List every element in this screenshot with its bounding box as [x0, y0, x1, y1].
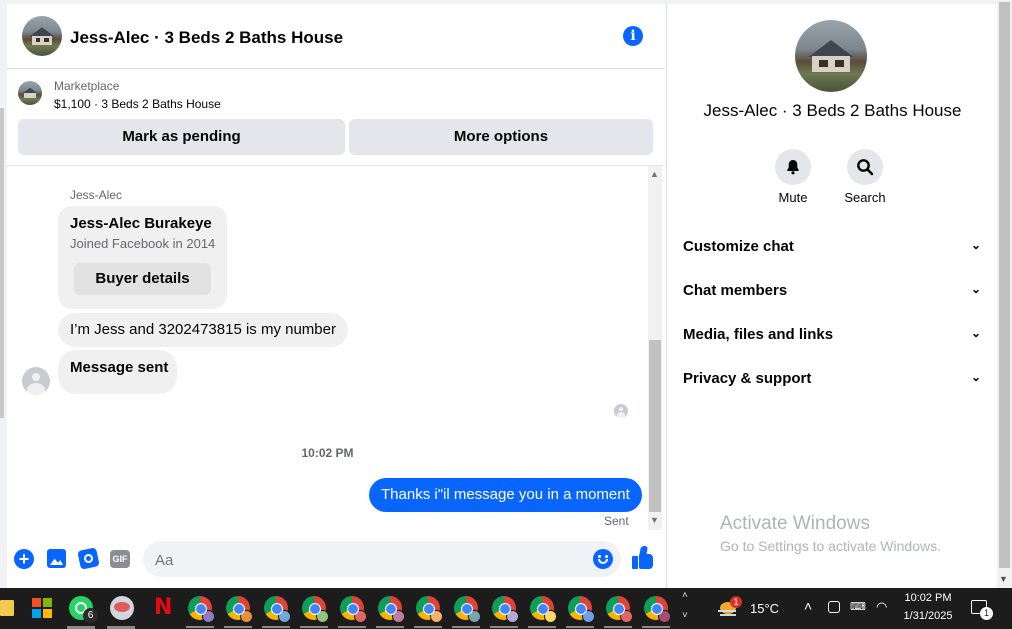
outgoing-message[interactable]: Thanks i"il message you in a moment	[369, 478, 642, 512]
chevron-down-icon: ⌄	[970, 282, 981, 296]
page-scroll-thumb[interactable]	[999, 2, 1010, 568]
clock-date[interactable]: 1/31/2025	[898, 610, 958, 622]
mute-button[interactable]	[775, 149, 811, 185]
section-label: Media, files and links	[683, 326, 834, 343]
message-input[interactable]	[143, 541, 621, 577]
language-icon[interactable]: ⌨	[850, 600, 866, 613]
chrome-icon[interactable]	[378, 596, 405, 623]
scroll-up-icon[interactable]: ▲	[650, 169, 659, 179]
left-scrollbar[interactable]	[0, 108, 4, 418]
whatsapp-badge: 6	[83, 608, 98, 623]
chrome-icon[interactable]	[188, 596, 215, 623]
netflix-icon[interactable]: N	[154, 596, 172, 620]
chrome-icon[interactable]	[568, 596, 595, 623]
sent-status: Sent	[604, 514, 629, 528]
chevron-down-icon: ⌄	[970, 326, 981, 340]
like-icon[interactable]	[632, 546, 654, 570]
chrome-icon[interactable]	[644, 596, 671, 623]
seen-avatar	[614, 404, 628, 418]
profile-name[interactable]: Jess-Alec Burakeye	[70, 215, 212, 232]
wifi-icon[interactable]: ◠	[876, 599, 887, 615]
chat-title[interactable]: Jess-Alec · 3 Beds 2 Baths House	[70, 28, 343, 48]
buyer-details-button[interactable]: Buyer details	[74, 263, 211, 295]
chrome-icon[interactable]	[454, 596, 481, 623]
more-options-button[interactable]: More options	[349, 119, 653, 155]
scroll-down-icon[interactable]: ▼	[650, 515, 659, 525]
temperature[interactable]: 15°C	[750, 601, 779, 616]
taskbar: 6 N ˄ ˅ 1 15°C ˄ ⌨ ◠ 10:02 PM 1/31/2025 …	[0, 588, 1012, 629]
weather-icon[interactable]: 1	[718, 596, 742, 618]
chrome-icon[interactable]	[492, 596, 519, 623]
sender-name: Jess-Alec	[70, 188, 123, 202]
customize-chat-row[interactable]: Customize chat ⌄	[683, 236, 981, 258]
incoming-message-sent[interactable]: Message sent	[58, 350, 177, 394]
file-explorer-icon[interactable]	[0, 600, 14, 616]
chrome-icon[interactable]	[606, 596, 633, 623]
activate-windows-subtitle: Go to Settings to activate Windows.	[720, 538, 941, 554]
search-icon	[857, 159, 874, 176]
search-label: Search	[844, 190, 886, 205]
info-icon[interactable]: i	[623, 26, 643, 46]
activate-windows-title: Activate Windows	[720, 513, 870, 534]
chat-scroll-thumb[interactable]	[649, 340, 661, 512]
chrome-icon[interactable]	[302, 596, 329, 623]
message-input-field[interactable]	[153, 549, 587, 571]
message-timestamp: 10:02 PM	[301, 446, 354, 460]
mute-label: Mute	[778, 190, 808, 205]
emoji-icon[interactable]	[593, 549, 613, 569]
chevron-down-icon: ⌄	[970, 370, 981, 384]
chrome-icon[interactable]	[530, 596, 557, 623]
gif-icon[interactable]: GIF	[110, 550, 130, 568]
photo-icon[interactable]	[47, 549, 66, 568]
chrome-icon[interactable]	[340, 596, 367, 623]
section-label: Chat members	[683, 282, 788, 299]
chat-header: Jess-Alec · 3 Beds 2 Baths House i	[7, 4, 665, 69]
conversation-title: Jess-Alec · 3 Beds 2 Baths House	[703, 101, 962, 120]
section-label: Privacy & support	[683, 370, 812, 387]
conversation-details-panel: Jess-Alec · 3 Beds 2 Baths House Mute Se…	[666, 4, 998, 588]
paint-icon[interactable]	[110, 596, 134, 620]
mark-as-pending-button[interactable]: Mark as pending	[18, 119, 345, 155]
marketplace-bar: Marketplace $1,100 · 3 Beds 2 Baths Hous…	[7, 69, 665, 166]
meet-now-icon[interactable]	[828, 601, 840, 613]
chevron-down-icon: ⌄	[970, 238, 981, 252]
profile-card: Jess-Alec Burakeye Joined Facebook in 20…	[58, 206, 227, 309]
bell-icon	[787, 160, 799, 175]
chrome-icon[interactable]	[226, 596, 253, 623]
chrome-icon[interactable]	[264, 596, 291, 623]
message-sent-text: Message sent	[70, 359, 169, 376]
notification-icon[interactable]: 1	[971, 600, 993, 620]
page-scroll-down-icon[interactable]: ▼	[999, 574, 1008, 584]
taskbar-scroll-up-icon[interactable]: ˄	[682, 590, 688, 601]
listing-avatar[interactable]	[22, 16, 62, 56]
listing-price-title[interactable]: $1,100 · 3 Beds 2 Baths House	[54, 97, 221, 111]
listing-thumbnail[interactable]	[18, 81, 42, 105]
search-button[interactable]	[847, 149, 883, 185]
add-icon[interactable]: +	[14, 549, 34, 569]
message-list: Jess-Alec Jess-Alec Burakeye Joined Face…	[7, 166, 648, 530]
whatsapp-icon[interactable]: 6	[69, 596, 98, 623]
weather-badge: 1	[730, 596, 742, 608]
media-files-links-row[interactable]: Media, files and links ⌄	[683, 324, 981, 346]
section-label: Customize chat	[683, 238, 794, 255]
conversation-avatar[interactable]	[795, 20, 867, 92]
running-indicators	[186, 626, 676, 628]
store-icon[interactable]	[32, 598, 52, 618]
profile-joined: Joined Facebook in 2014	[70, 236, 216, 251]
sticker-icon[interactable]	[77, 547, 100, 570]
incoming-message[interactable]: I’m Jess and 3202473815 is my number	[58, 313, 348, 347]
privacy-support-row[interactable]: Privacy & support ⌄	[683, 368, 981, 390]
sender-avatar[interactable]	[22, 367, 50, 395]
chat-members-row[interactable]: Chat members ⌄	[683, 280, 981, 302]
notification-badge: 1	[980, 607, 993, 620]
clock-time[interactable]: 10:02 PM	[898, 592, 958, 604]
chrome-icon[interactable]	[416, 596, 443, 623]
chevron-up-icon[interactable]: ˄	[804, 598, 812, 614]
taskbar-scroll-down-icon[interactable]: ˅	[682, 610, 688, 621]
marketplace-label: Marketplace	[54, 79, 120, 93]
